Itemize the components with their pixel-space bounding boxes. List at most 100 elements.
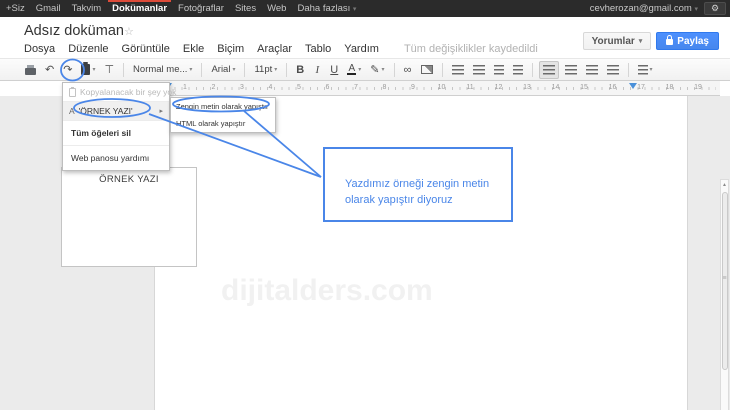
nothing-to-copy-label: Kopyalanacak bir şey yok <box>80 87 176 97</box>
doc-header: Adsız doküman ☆ Dosya Düzenle Görüntüle … <box>0 17 730 58</box>
toolbar-separator <box>244 63 245 77</box>
header-buttons: Yorumlar ▾ Paylaş <box>583 32 719 50</box>
comments-button[interactable]: Yorumlar ▾ <box>583 32 652 50</box>
indent-button[interactable] <box>510 61 526 79</box>
share-button[interactable]: Paylaş <box>656 32 719 50</box>
align-left-icon <box>543 65 555 75</box>
align-right-button[interactable] <box>583 61 601 79</box>
scrollbar-thumb[interactable] <box>722 192 728 370</box>
menu-araclar[interactable]: Araçlar <box>257 43 292 55</box>
menu-tablo[interactable]: Tablo <box>305 43 331 55</box>
redo-button[interactable]: ↷ <box>60 61 75 79</box>
toolbar-separator <box>123 63 124 77</box>
underline-button[interactable]: U <box>327 61 341 79</box>
font-size-dropdown[interactable]: 11pt▾ <box>251 61 280 79</box>
numbered-list-icon <box>452 65 464 75</box>
ruler-number: 15 <box>580 84 588 91</box>
toolbar-separator <box>286 63 287 77</box>
align-center-icon <box>565 65 577 75</box>
menu-item-clipboard-help[interactable]: Web panosu yardımı <box>63 146 169 170</box>
document-page[interactable]: dijitalders.com <box>154 96 688 410</box>
toolbar-separator <box>201 63 202 77</box>
print-button[interactable] <box>22 61 39 79</box>
ruler-number: 14 <box>552 84 560 91</box>
numbered-list-button[interactable] <box>449 61 467 79</box>
ruler-number: 11 <box>466 84 473 91</box>
ruler-number: 17 <box>637 84 645 91</box>
clipboard-outline-icon <box>69 88 76 97</box>
vertical-scrollbar[interactable]: ▲ ▼ <box>720 179 729 410</box>
align-left-button[interactable] <box>539 61 559 79</box>
justify-icon <box>607 65 619 75</box>
web-clipboard-menu: Kopyalanacak bir şey yok A 'ÖRNEK YAZI' … <box>62 82 170 171</box>
menu-yardim[interactable]: Yardım <box>344 43 379 55</box>
ruler-number: 18 <box>666 84 674 91</box>
account-menu[interactable]: cevherozan@gmail.com ▾ <box>590 3 698 14</box>
text-color-glyph: A <box>348 64 355 73</box>
ruler-number: 9 <box>411 84 415 91</box>
italic-button[interactable]: I <box>310 61 324 79</box>
highlight-icon: ✎ <box>370 63 379 76</box>
text-color-button[interactable]: A▾ <box>344 61 364 79</box>
chevron-down-icon: ▾ <box>274 66 277 73</box>
chevron-down-icon: ▾ <box>694 6 698 13</box>
chevron-down-icon: ▾ <box>92 66 95 73</box>
chevron-down-icon: ▾ <box>189 66 192 73</box>
submenu-item-paste-rich-text[interactable]: Zengin metin olarak yapıştır <box>171 98 275 115</box>
menu-bar: Dosya Düzenle Görüntüle Ekle Biçim Araçl… <box>24 43 538 55</box>
paste-submenu: Zengin metin olarak yapıştır HTML olarak… <box>170 97 276 133</box>
insert-image-button[interactable] <box>418 61 436 79</box>
topbar-link-dokumanlar[interactable]: Dokümanlar <box>112 0 167 17</box>
star-icon[interactable]: ☆ <box>124 25 134 38</box>
justify-button[interactable] <box>604 61 622 79</box>
toolbar-separator <box>442 63 443 77</box>
menu-bicim[interactable]: Biçim <box>217 43 244 55</box>
line-spacing-button[interactable]: ▾ <box>635 61 656 79</box>
align-center-button[interactable] <box>562 61 580 79</box>
ruler-number: 5 <box>297 84 301 91</box>
toolbar-separator <box>532 63 533 77</box>
topbar-link-fotograflar[interactable]: Fotoğraflar <box>178 0 224 17</box>
menu-goruntule[interactable]: Görüntüle <box>122 43 170 55</box>
font-value: Arial <box>211 64 230 75</box>
ruler-number: 6 <box>326 84 330 91</box>
save-status: Tüm değişiklikler kaydedildi <box>404 43 538 55</box>
paint-format-button[interactable]: ⊤ <box>101 61 117 79</box>
more-label: Daha fazlası <box>297 3 350 14</box>
bullet-list-icon <box>473 65 485 75</box>
topbar-link-web[interactable]: Web <box>267 0 286 17</box>
chevron-down-icon: ▾ <box>639 37 643 45</box>
topbar-link-more[interactable]: Daha fazlası ▾ <box>297 0 356 17</box>
text-item-icon: A <box>69 106 75 116</box>
submenu-item-paste-html[interactable]: HTML olarak yapıştır <box>171 115 275 132</box>
outdent-button[interactable] <box>491 61 507 79</box>
chevron-down-icon: ▾ <box>382 66 385 73</box>
bold-button[interactable]: B <box>293 61 307 79</box>
highlight-color-button[interactable]: ✎▾ <box>367 61 387 79</box>
topbar-link-siz[interactable]: +Siz <box>6 0 25 17</box>
undo-button[interactable]: ↶ <box>42 61 57 79</box>
menu-duzenle[interactable]: Düzenle <box>68 43 108 55</box>
doc-title[interactable]: Adsız doküman <box>24 23 124 39</box>
topbar-link-takvim[interactable]: Takvim <box>72 0 102 17</box>
gear-icon[interactable]: ⚙ <box>704 2 726 15</box>
insert-link-button[interactable]: ∞ <box>401 61 415 79</box>
menu-dosya[interactable]: Dosya <box>24 43 55 55</box>
chevron-down-icon: ▾ <box>650 66 653 73</box>
scrollbar-up-arrow-icon[interactable]: ▲ <box>721 180 728 189</box>
topbar-link-sites[interactable]: Sites <box>235 0 256 17</box>
indent-marker-right[interactable] <box>629 83 637 89</box>
align-right-icon <box>586 65 598 75</box>
toolbar: ↶ ↷ ▾ ⊤ Normal me...▾ Arial▾ 11pt▾ B I U… <box>0 58 730 81</box>
google-bar-links: +Siz Gmail Takvim Dokümanlar Fotoğraflar… <box>0 0 356 17</box>
image-icon <box>421 65 433 74</box>
topbar-link-gmail[interactable]: Gmail <box>36 0 61 17</box>
bullet-list-button[interactable] <box>470 61 488 79</box>
web-clipboard-button[interactable]: ▾ <box>78 61 98 79</box>
menu-ekle[interactable]: Ekle <box>183 43 204 55</box>
font-dropdown[interactable]: Arial▾ <box>208 61 238 79</box>
menu-item-clear-all[interactable]: Tüm öğeleri sil <box>63 121 169 145</box>
menu-item-ornek-yazi[interactable]: A 'ÖRNEK YAZI' ▸ <box>63 102 169 120</box>
ruler-number: 10 <box>438 84 446 91</box>
styles-dropdown[interactable]: Normal me...▾ <box>130 61 195 79</box>
